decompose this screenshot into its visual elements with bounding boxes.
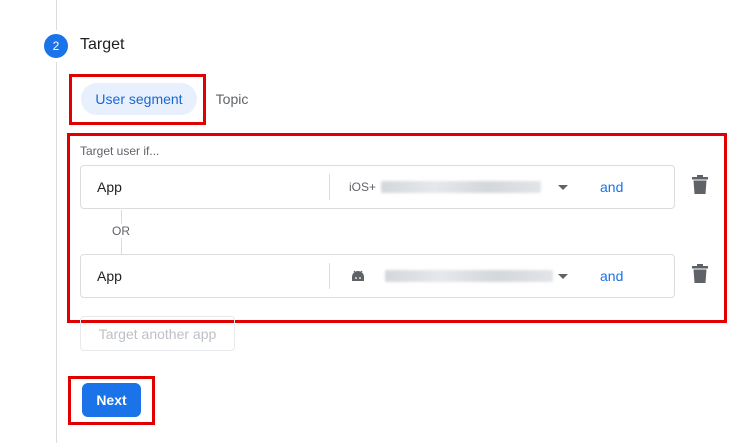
- target-step-card: 2 Target User segment Topic Target user …: [0, 0, 740, 443]
- dropdown-caret-icon[interactable]: [558, 185, 568, 190]
- next-button[interactable]: Next: [82, 383, 141, 417]
- dropdown-caret-icon[interactable]: [558, 274, 568, 279]
- step-title: Target: [80, 36, 125, 53]
- stepper-line-bottom: [56, 62, 57, 443]
- delete-icon[interactable]: [692, 264, 708, 284]
- target-user-hint: Target user if...: [80, 144, 160, 158]
- app-id-redacted[interactable]: [385, 270, 553, 282]
- condition-field-label[interactable]: App: [97, 268, 122, 284]
- and-button[interactable]: and: [600, 179, 623, 195]
- target-condition-row-ios: App iOS+ and: [80, 165, 675, 209]
- delete-icon[interactable]: [692, 175, 708, 195]
- row-divider: [329, 174, 330, 200]
- app-id-redacted[interactable]: [381, 181, 541, 193]
- tab-topic[interactable]: Topic: [205, 83, 259, 115]
- or-label: OR: [110, 224, 132, 238]
- tab-user-segment[interactable]: User segment: [81, 83, 197, 115]
- android-icon: [352, 270, 364, 281]
- stepper-line-top: [56, 0, 57, 30]
- step-number-badge: 2: [44, 34, 68, 58]
- condition-field-label[interactable]: App: [97, 179, 122, 195]
- ios-platform-label: iOS+: [349, 180, 377, 194]
- and-button[interactable]: and: [600, 268, 623, 284]
- target-condition-row-android: App and: [80, 254, 675, 298]
- target-another-app-button[interactable]: Target another app: [80, 316, 235, 351]
- row-divider: [329, 263, 330, 289]
